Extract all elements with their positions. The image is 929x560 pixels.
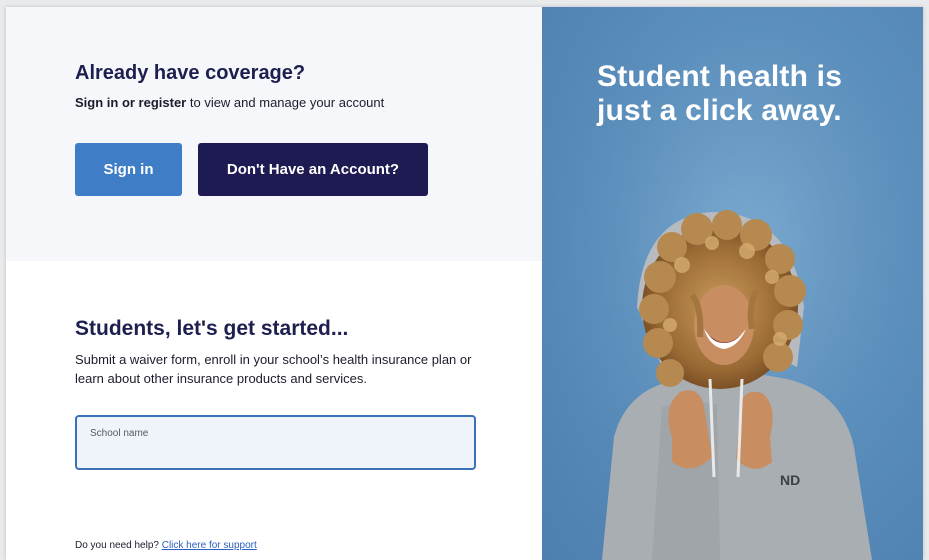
support-link[interactable]: Click here for support bbox=[162, 540, 257, 551]
get-started-section bbox=[6, 261, 542, 560]
hero-line-2: just a click away. bbox=[597, 94, 842, 127]
help-text: Do you need help? bbox=[75, 540, 162, 551]
help-line: Do you need help? Click here for support bbox=[75, 540, 257, 551]
school-name-label: School name bbox=[90, 428, 149, 439]
hero-line-1: Student health is bbox=[597, 60, 843, 93]
get-started-heading: Students, let's get started... bbox=[75, 317, 349, 340]
school-name-field[interactable]: School name bbox=[75, 415, 476, 470]
hero-heading: Student health is just a click away. bbox=[597, 60, 842, 128]
svg-text:ND: ND bbox=[780, 472, 800, 488]
coverage-subtitle-bold: Sign in or register bbox=[75, 95, 187, 110]
get-started-description: Submit a waiver form, enroll in your sch… bbox=[75, 352, 472, 386]
sign-in-button[interactable]: Sign in bbox=[75, 143, 182, 196]
coverage-heading: Already have coverage? bbox=[75, 62, 306, 84]
coverage-subtitle: Sign in or register to view and manage y… bbox=[75, 95, 384, 110]
coverage-subtitle-text: to view and manage your account bbox=[186, 95, 385, 110]
no-account-button[interactable]: Don't Have an Account? bbox=[198, 143, 428, 196]
coverage-section: Already have coverage? Sign in or regist… bbox=[6, 7, 542, 261]
page: Already have coverage? Sign in or regist… bbox=[6, 7, 923, 560]
school-name-input[interactable] bbox=[89, 442, 463, 464]
hero-panel: ND Student health is just a click away. bbox=[542, 7, 923, 560]
